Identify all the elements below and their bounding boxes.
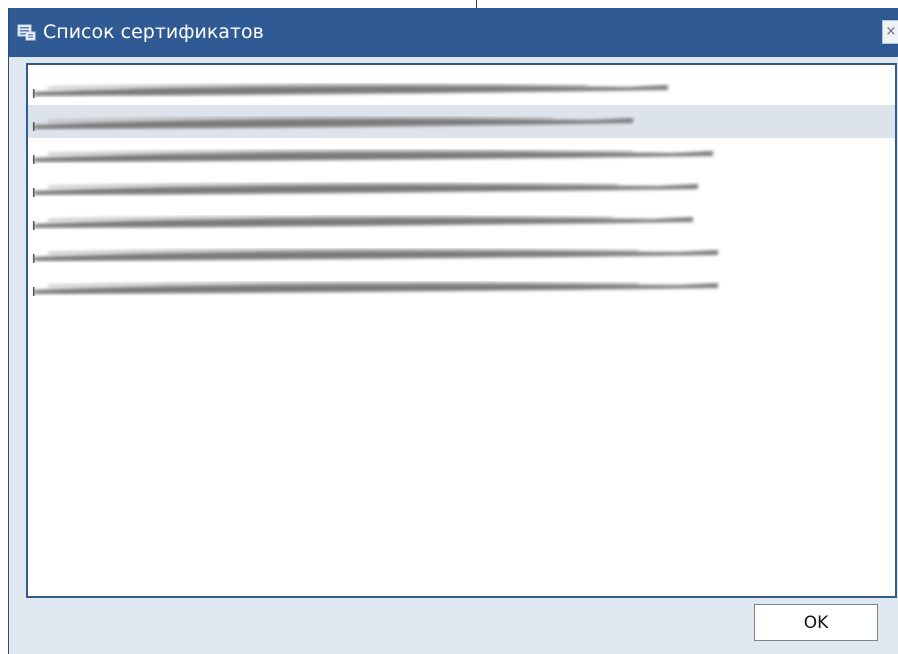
certificate-list-item[interactable] xyxy=(28,237,895,270)
obscured-certificate-name xyxy=(33,248,718,263)
obscured-certificate-name xyxy=(33,149,713,164)
ok-button[interactable]: OK xyxy=(754,604,878,641)
certificate-list-item[interactable] xyxy=(28,138,895,171)
close-button[interactable]: × xyxy=(882,20,898,44)
obscured-certificate-name xyxy=(33,182,698,197)
certificate-list-item[interactable] xyxy=(28,72,895,105)
certificate-list-item[interactable] xyxy=(28,270,895,303)
dialog-footer: OK xyxy=(9,598,898,654)
certificate-list-item[interactable] xyxy=(28,105,895,138)
certificate-list-dialog: Список сертификатов × OK xyxy=(8,8,898,654)
certificate-list-item[interactable] xyxy=(28,204,895,237)
top-edge-mark xyxy=(476,0,477,8)
certificate-list-item[interactable] xyxy=(28,171,895,204)
certificate-list[interactable] xyxy=(26,63,897,598)
obscured-certificate-name xyxy=(33,116,633,131)
title-bar[interactable]: Список сертификатов × xyxy=(9,8,898,57)
obscured-certificate-name xyxy=(33,281,718,296)
window-title: Список сертификатов xyxy=(43,21,264,43)
certificate-list-icon xyxy=(17,24,36,41)
obscured-certificate-name xyxy=(33,83,668,98)
obscured-certificate-name xyxy=(33,215,693,230)
